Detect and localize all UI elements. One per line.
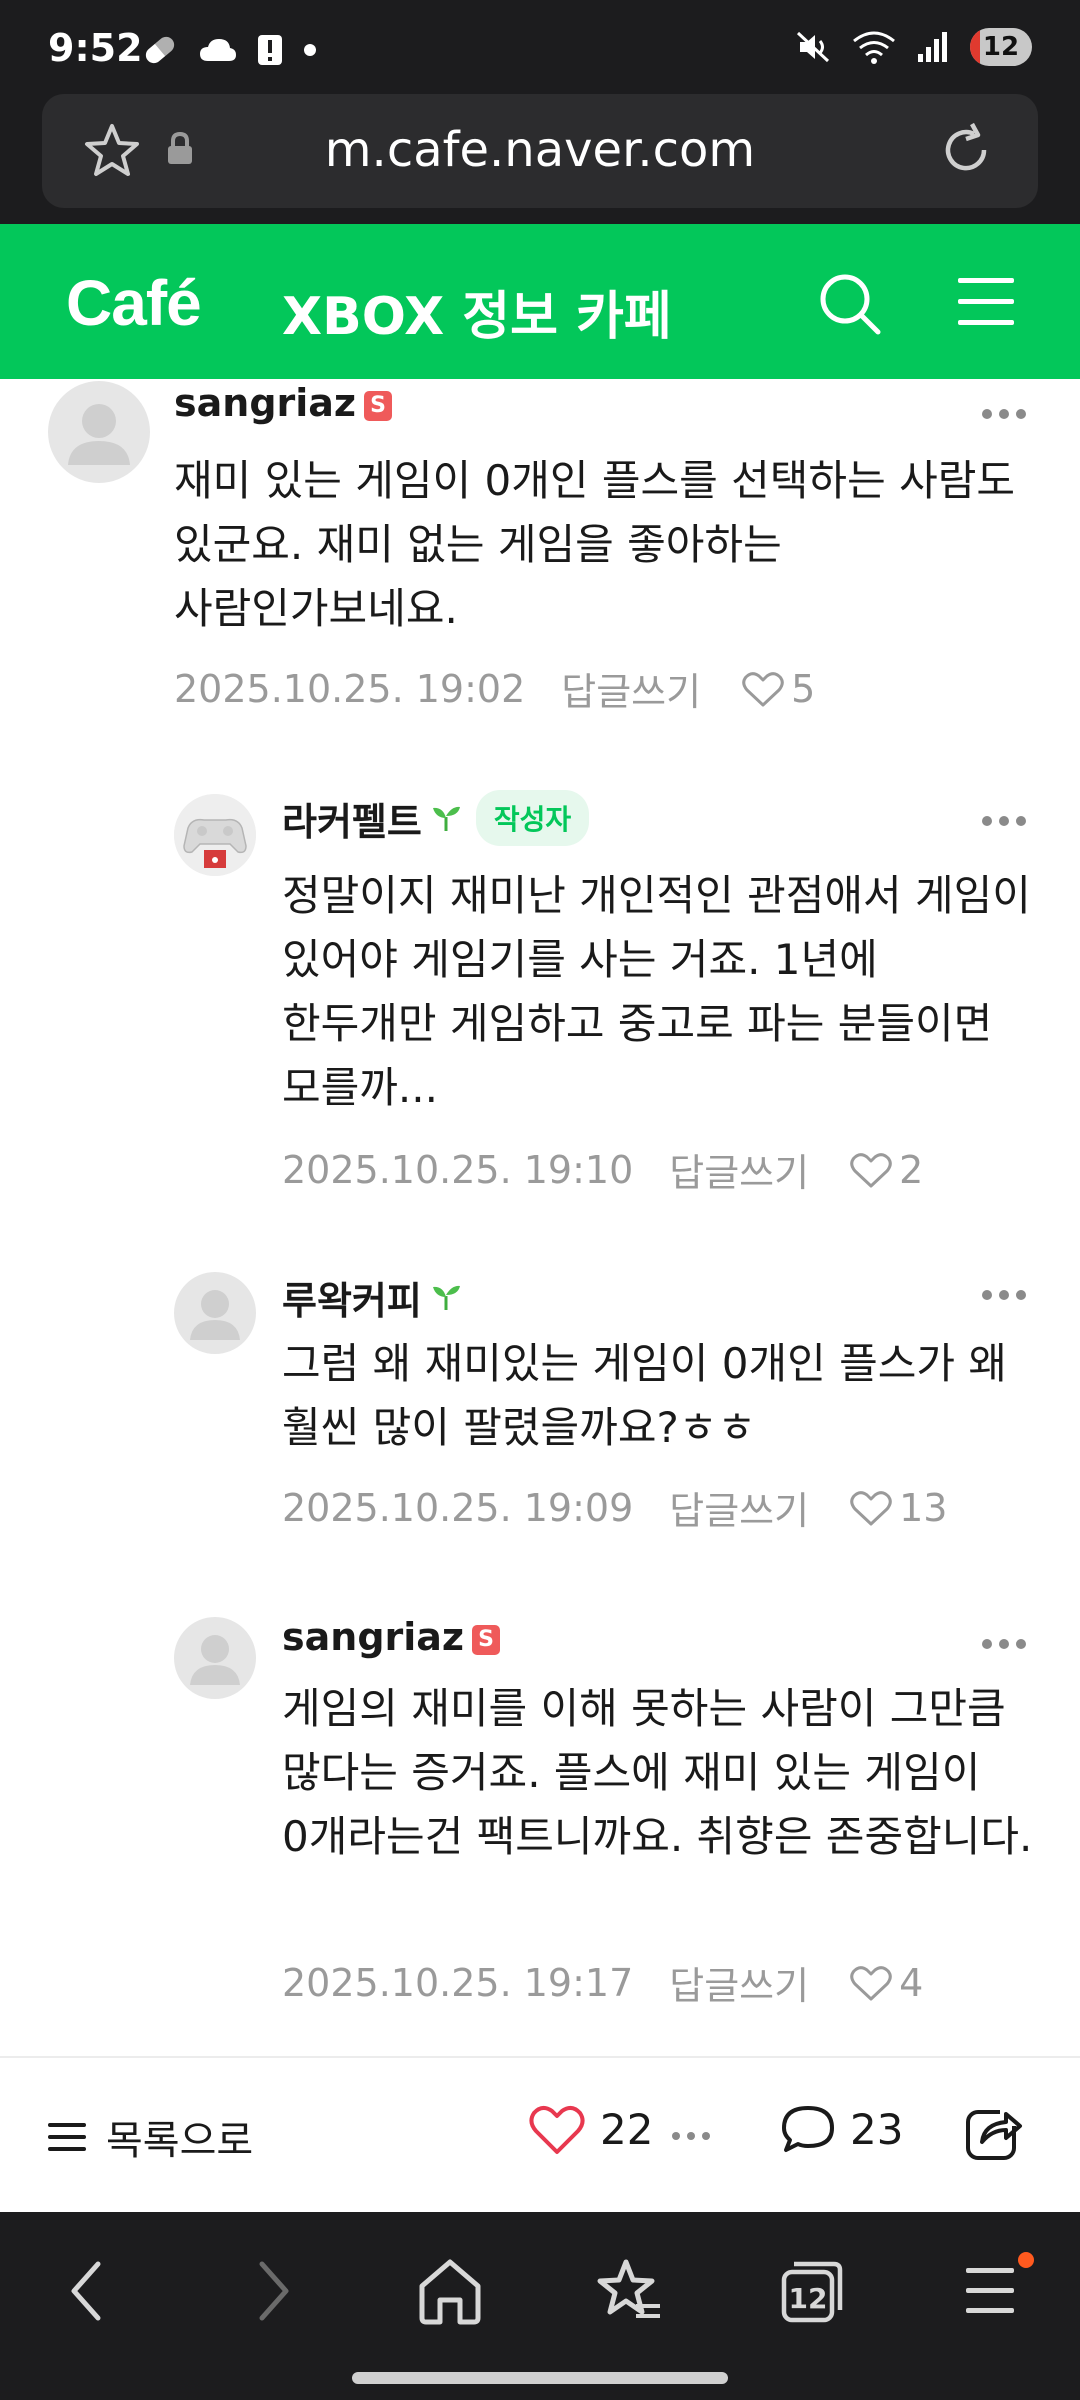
more-options-icon[interactable] <box>982 1639 1026 1651</box>
signal-icon <box>918 32 947 62</box>
staff-badge: S <box>364 391 393 421</box>
reply-button[interactable]: 답글쓰기 <box>561 661 701 716</box>
comment-text: 정말이지 재미난 개인적인 관점애서 게임이 있어야 게임기를 사는 거죠. 1… <box>282 871 1031 1112</box>
comment-meta: 2025.10.25. 19:10 답글쓰기 2 <box>282 1142 923 1197</box>
comment-like-button[interactable]: 2 <box>849 1148 923 1192</box>
heart-outline-icon <box>850 1152 892 1187</box>
reply-button[interactable]: 답글쓰기 <box>669 1142 809 1197</box>
comment-author[interactable]: sangriaz S <box>282 1615 501 1659</box>
comment-date: 2025.10.25. 19:17 <box>282 1960 634 2005</box>
comment-meta: 2025.10.25. 19:17 답글쓰기 4 <box>282 1955 923 2010</box>
comment-date: 2025.10.25. 19:02 <box>174 666 526 711</box>
like-count: 4 <box>899 1960 924 2005</box>
reload-icon[interactable] <box>936 120 996 180</box>
heart-outline-icon <box>742 671 784 706</box>
url-text[interactable]: m.cafe.naver.com <box>42 122 1038 178</box>
comment-text: 게임의 재미를 이해 못하는 사람이 그만큼 많다는 증거죠. 플스에 재미 있… <box>282 1684 1033 1861</box>
back-to-list-button[interactable]: 목록으로 <box>46 2108 253 2166</box>
status-system-icons: 12 <box>796 28 1032 66</box>
heart-outline-icon <box>850 1965 892 2000</box>
more-options-icon[interactable] <box>982 409 1026 421</box>
back-to-list-label: 목록으로 <box>106 2118 254 2164</box>
forward-icon[interactable] <box>246 2254 300 2328</box>
comment-count: 23 <box>850 2104 904 2154</box>
avatar[interactable] <box>174 794 256 876</box>
address-bar[interactable]: m.cafe.naver.com <box>42 94 1038 208</box>
comment-like-button[interactable]: 13 <box>849 1486 947 1530</box>
article-action-bar: 목록으로 22 23 <box>0 2056 1080 2212</box>
menu-icon[interactable] <box>956 274 1016 330</box>
comment-like-button[interactable]: 4 <box>849 1961 923 2005</box>
bookmarks-icon[interactable] <box>596 2254 664 2328</box>
more-dots-icon[interactable] <box>672 2132 712 2142</box>
xbox-controller-avatar-icon <box>174 794 256 876</box>
default-avatar-icon <box>190 1290 240 1340</box>
battery-level: 12 <box>982 32 1020 62</box>
alert-icon <box>258 35 282 65</box>
cafe-header: Café XBOX 정보 카페 <box>0 224 1080 379</box>
sprout-level-icon <box>432 806 460 831</box>
comment-bubble-icon <box>782 2106 834 2152</box>
comment-meta: 2025.10.25. 19:09 답글쓰기 13 <box>282 1480 947 1535</box>
home-icon[interactable] <box>416 2254 484 2328</box>
cloud-icon <box>200 39 236 61</box>
avatar[interactable] <box>48 381 150 483</box>
comment-author[interactable]: 라커펠트 작성자 <box>282 790 590 846</box>
comment-item: 루왁커피 그럼 왜 재미있는 게임이 0개인 플스가 왜 훨씬 많이 팔렸을까요… <box>0 1270 1080 1560</box>
like-count: 13 <box>899 1485 948 1530</box>
comment-item: sangriaz S 재미 있는 게임이 0개인 플스를 선택하는 사람도 있군요… <box>0 379 1080 739</box>
default-avatar-icon <box>68 404 130 465</box>
menu-icon[interactable] <box>962 2254 1022 2328</box>
back-icon[interactable] <box>60 2254 114 2328</box>
avatar[interactable] <box>174 1617 256 1699</box>
browser-toolbar: m.cafe.naver.com <box>0 92 1080 224</box>
comment-date: 2025.10.25. 19:09 <box>282 1485 634 1530</box>
heart-outline-icon <box>850 1490 892 1525</box>
dot-icon <box>304 44 316 56</box>
pill-icon <box>145 33 178 64</box>
more-options-icon[interactable] <box>982 816 1026 828</box>
avatar[interactable] <box>174 1272 256 1354</box>
tab-count: 12 <box>788 2282 828 2315</box>
wifi-icon <box>853 31 895 64</box>
heart-icon <box>529 2106 585 2154</box>
comment-meta: 2025.10.25. 19:02 답글쓰기 5 <box>174 661 815 716</box>
mute-icon <box>796 31 830 63</box>
comment-item: sangriaz S 게임의 재미를 이해 못하는 사람이 그만큼 많다는 증거죠… <box>0 1615 1080 2015</box>
more-options-icon[interactable] <box>982 1290 1026 1302</box>
comment-like-button[interactable]: 5 <box>741 667 815 711</box>
like-count: 2 <box>899 1147 924 1192</box>
reply-button[interactable]: 답글쓰기 <box>669 1480 809 1535</box>
comment-date: 2025.10.25. 19:10 <box>282 1147 634 1192</box>
list-icon <box>48 2123 86 2151</box>
status-bar: 9:52 12 <box>0 0 1080 92</box>
staff-badge: S <box>472 1625 501 1655</box>
like-count: 5 <box>791 666 816 711</box>
gesture-handle[interactable] <box>352 2372 728 2384</box>
comment-item: 라커펠트 작성자 정말이지 재미난 개인적인 관점애서 게임이 있어야 게임기를 … <box>0 790 1080 1210</box>
author-tag: 작성자 <box>475 790 590 846</box>
battery-icon: 12 <box>970 28 1032 66</box>
comment-author[interactable]: sangriaz S <box>174 381 393 425</box>
status-notification-icons <box>140 32 318 68</box>
cafe-logo[interactable]: Café <box>66 266 202 340</box>
article-like-count: 22 <box>600 2104 654 2154</box>
cafe-title[interactable]: XBOX 정보 카페 <box>282 274 672 349</box>
tabs-button[interactable]: 12 <box>776 2254 848 2328</box>
article-like-button[interactable]: 22 <box>528 2102 653 2156</box>
search-icon[interactable] <box>816 270 884 338</box>
status-time: 9:52 <box>48 26 143 70</box>
comment-count-button[interactable]: 23 <box>780 2102 903 2156</box>
share-icon[interactable] <box>964 2100 1026 2162</box>
default-avatar-icon <box>190 1635 240 1685</box>
notification-dot <box>1018 2252 1034 2268</box>
comment-text: 재미 있는 게임이 0개인 플스를 선택하는 사람도 있군요. 재미 없는 게임… <box>174 456 1015 633</box>
comment-text: 그럼 왜 재미있는 게임이 0개인 플스가 왜 훨씬 많이 팔렸을까요?ㅎㅎ <box>282 1339 1008 1452</box>
comment-author[interactable]: 루왁커피 <box>282 1270 462 1325</box>
sprout-level-icon <box>432 1285 460 1310</box>
reply-button[interactable]: 답글쓰기 <box>669 1955 809 2010</box>
